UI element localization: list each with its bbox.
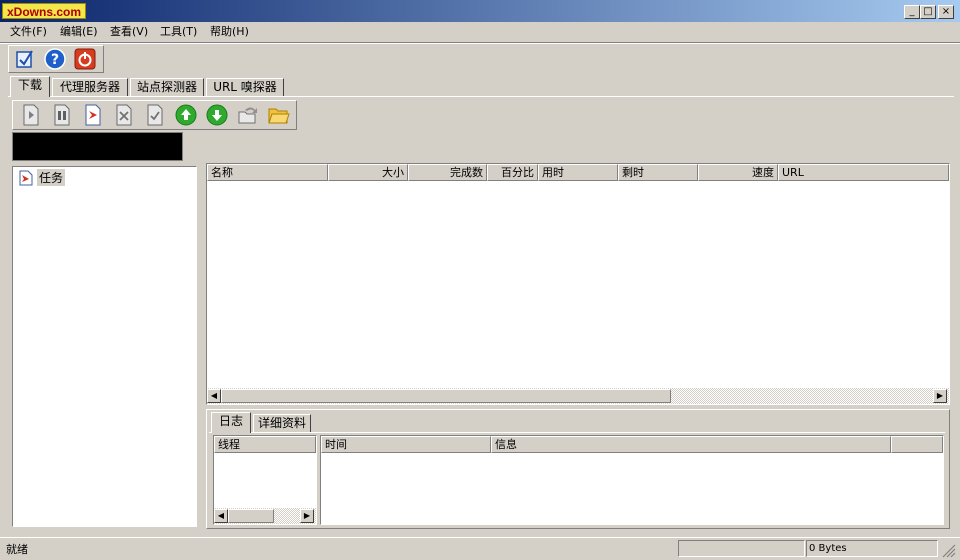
menu-tools[interactable]: 工具(T) <box>157 24 200 40</box>
vertical-splitter[interactable] <box>200 163 205 531</box>
status-bar: 就绪 0 Bytes <box>0 537 960 560</box>
move-up-button[interactable] <box>174 103 198 127</box>
main-toolbar: ? <box>8 45 104 73</box>
speed-graph-panel <box>12 132 183 161</box>
exit-button[interactable] <box>73 47 97 71</box>
move-down-icon <box>206 104 228 126</box>
column-elapsed[interactable]: 用时 <box>538 164 618 181</box>
task-list-scrollbar[interactable]: ◀ ▶ <box>207 388 949 404</box>
svg-text:?: ? <box>51 52 59 68</box>
delete-icon <box>116 104 132 126</box>
column-completed[interactable]: 完成数 <box>408 164 487 181</box>
app-logo: xDowns.com <box>2 3 87 19</box>
tab-details[interactable]: 详细资料 <box>253 414 311 433</box>
menu-help[interactable]: 帮助(H) <box>207 24 252 40</box>
column-remaining[interactable]: 剩时 <box>618 164 698 181</box>
options-button[interactable] <box>13 47 37 71</box>
menu-bar: 文件(F) 编辑(E) 查看(V) 工具(T) 帮助(H) <box>0 22 960 42</box>
thread-list-scrollbar[interactable]: ◀ ▶ <box>214 508 316 524</box>
open-file-icon <box>238 107 257 124</box>
scroll-thumb[interactable] <box>221 389 671 403</box>
thread-scroll-right-button[interactable]: ▶ <box>300 509 314 523</box>
close-button[interactable]: × <box>938 5 954 19</box>
help-button[interactable]: ? <box>43 47 67 71</box>
pause-icon <box>54 104 70 126</box>
tab-proxy[interactable]: 代理服务器 <box>52 78 128 97</box>
move-down-button[interactable] <box>205 103 229 127</box>
tab-site-explorer[interactable]: 站点探测器 <box>130 78 204 97</box>
status-progress-pane <box>678 540 805 557</box>
thread-list: 线程 ◀ ▶ <box>213 435 317 525</box>
task-list: 名称 大小 完成数 百分比 用时 剩时 速度 URL ◀ ▶ <box>206 163 950 405</box>
log-panel: 日志 详细资料 线程 ◀ ▶ 时间 信息 <box>206 409 950 529</box>
column-speed[interactable]: 速度 <box>698 164 778 181</box>
resize-grip-icon[interactable] <box>942 544 956 558</box>
column-empty <box>891 436 943 453</box>
tab-strip-border <box>8 96 954 97</box>
status-text: 就绪 <box>6 543 28 556</box>
delete-button[interactable] <box>112 103 136 127</box>
open-folder-button[interactable] <box>267 103 291 127</box>
task-list-header: 名称 大小 完成数 百分比 用时 剩时 速度 URL <box>207 164 949 181</box>
menu-file[interactable]: 文件(F) <box>7 24 50 40</box>
pause-button[interactable] <box>50 103 74 127</box>
menu-divider <box>0 42 960 44</box>
log-tab-border <box>209 432 945 433</box>
column-name[interactable]: 名称 <box>207 164 328 181</box>
task-folder-icon <box>19 170 33 185</box>
move-up-icon <box>175 104 197 126</box>
start-icon <box>23 104 39 126</box>
column-thread[interactable]: 线程 <box>214 436 316 453</box>
complete-button[interactable] <box>143 103 167 127</box>
download-toolbar <box>12 100 297 130</box>
column-url[interactable]: URL <box>778 164 949 181</box>
tree-item-tasks[interactable]: 任务 <box>19 169 66 186</box>
title-bar[interactable]: xDowns.com _ □ × <box>0 0 960 22</box>
minimize-button[interactable]: _ <box>904 5 920 19</box>
column-size[interactable]: 大小 <box>328 164 408 181</box>
tree-label-tasks: 任务 <box>37 169 66 186</box>
column-percent[interactable]: 百分比 <box>487 164 538 181</box>
column-info[interactable]: 信息 <box>491 436 891 453</box>
column-time[interactable]: 时间 <box>321 436 491 453</box>
maximize-button[interactable]: □ <box>920 5 936 19</box>
scroll-left-button[interactable]: ◀ <box>207 389 221 403</box>
open-folder-icon <box>268 108 290 124</box>
thread-scroll-left-button[interactable]: ◀ <box>214 509 228 523</box>
task-tree-panel: 任务 <box>12 166 197 527</box>
edit-options-icon <box>16 50 33 68</box>
start-button[interactable] <box>19 103 43 127</box>
menu-edit[interactable]: 编辑(E) <box>57 24 101 40</box>
status-bytes: 0 Bytes <box>806 540 938 557</box>
new-task-button[interactable] <box>81 103 105 127</box>
open-file-button[interactable] <box>236 103 260 127</box>
power-icon <box>74 48 96 70</box>
log-list: 时间 信息 <box>320 435 944 525</box>
new-task-icon <box>85 104 101 126</box>
scroll-right-button[interactable]: ▶ <box>933 389 947 403</box>
thread-scroll-thumb[interactable] <box>228 509 274 523</box>
help-icon: ? <box>44 48 66 70</box>
tab-url-sniffer[interactable]: URL 嗅探器 <box>206 78 284 97</box>
complete-icon <box>147 104 163 126</box>
tab-log[interactable]: 日志 <box>211 412 251 433</box>
menu-view[interactable]: 查看(V) <box>107 24 151 40</box>
tab-download[interactable]: 下载 <box>10 76 50 97</box>
